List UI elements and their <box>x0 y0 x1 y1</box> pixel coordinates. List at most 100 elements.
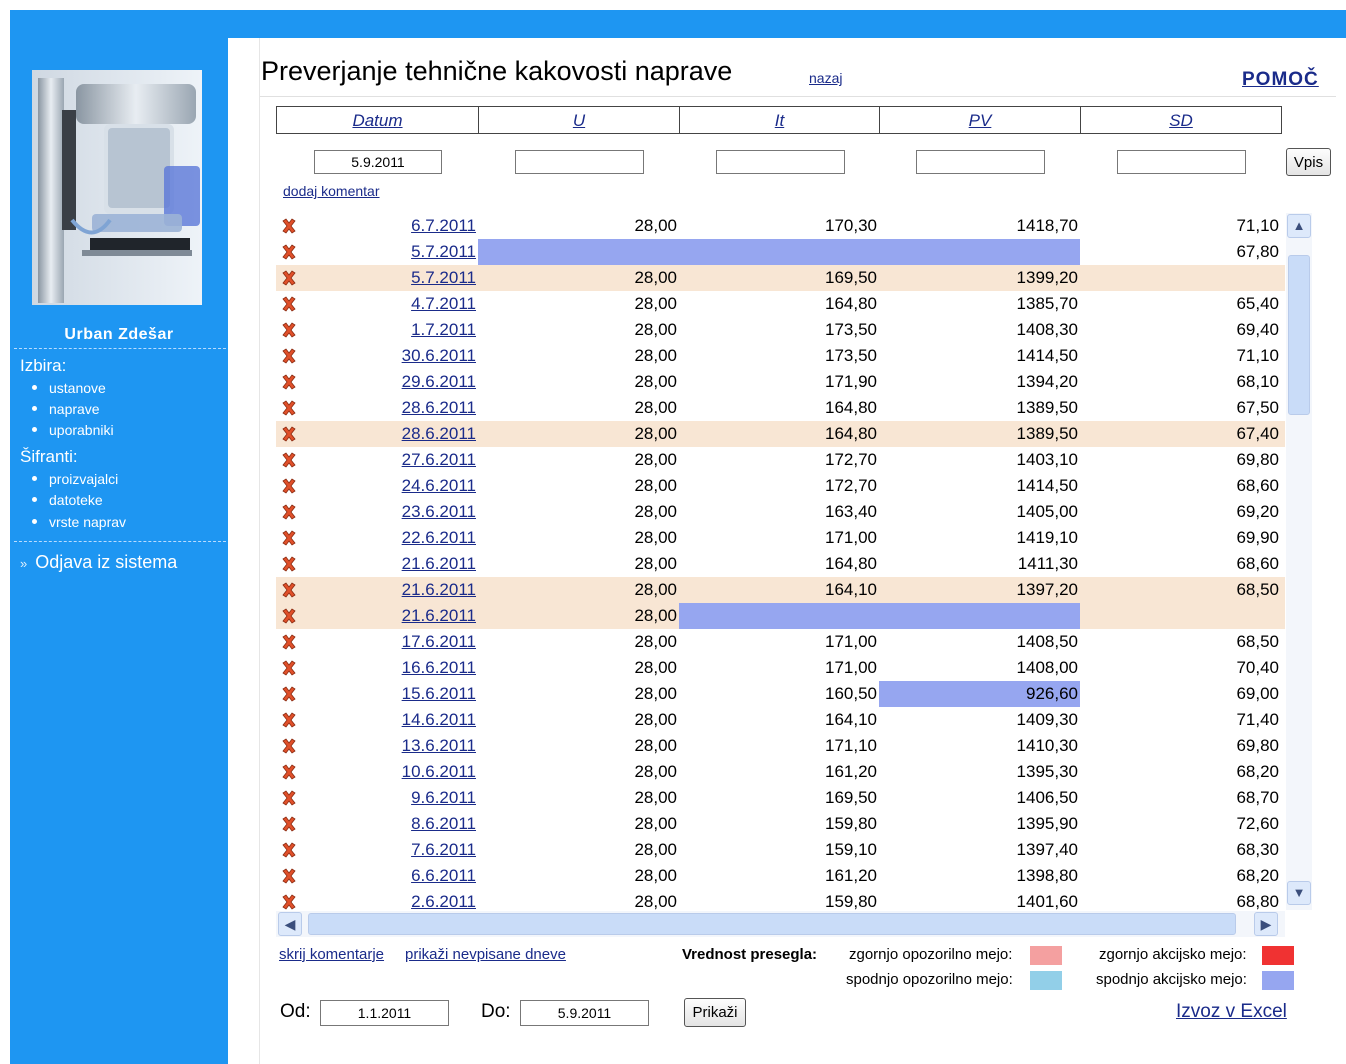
x-delete-icon[interactable] <box>281 894 297 910</box>
date-link[interactable]: 7.6.2011 <box>302 837 478 863</box>
cell-sd: 68,60 <box>1236 476 1279 495</box>
x-delete-icon[interactable] <box>281 452 297 468</box>
x-delete-icon[interactable] <box>281 426 297 442</box>
sidebar-item-vrste-naprav[interactable]: vrste naprav <box>32 514 126 530</box>
pv-input[interactable] <box>916 150 1045 174</box>
date-link[interactable]: 6.6.2011 <box>302 863 478 889</box>
date-input[interactable] <box>314 150 442 174</box>
x-delete-icon[interactable] <box>281 530 297 546</box>
chevron-up-icon[interactable]: ▲ <box>1287 214 1311 238</box>
x-delete-icon[interactable] <box>281 218 297 234</box>
x-delete-icon[interactable] <box>281 400 297 416</box>
date-link[interactable]: 22.6.2011 <box>302 525 478 551</box>
x-delete-icon[interactable] <box>281 348 297 364</box>
scroll-thumb[interactable] <box>1288 255 1310 415</box>
date-link[interactable]: 28.6.2011 <box>302 395 478 421</box>
x-delete-icon[interactable] <box>281 686 297 702</box>
date-link[interactable]: 5.7.2011 <box>302 265 478 291</box>
vertical-scrollbar[interactable]: ▲ ▼ <box>1286 213 1312 910</box>
date-link[interactable]: 1.7.2011 <box>302 317 478 343</box>
it-input[interactable] <box>716 150 845 174</box>
sidebar-item-uporabniki[interactable]: uporabniki <box>32 422 114 438</box>
date-link[interactable]: 28.6.2011 <box>302 421 478 447</box>
column-header-sd[interactable]: SD <box>1080 106 1282 134</box>
date-link[interactable]: 2.6.2011 <box>302 889 478 910</box>
table-row: 7.6.2011 28,00 159,10 1397,40 68,30 <box>276 837 1285 863</box>
x-delete-icon[interactable] <box>281 244 297 260</box>
column-header-u[interactable]: U <box>478 106 680 134</box>
date-link[interactable]: 6.7.2011 <box>302 213 478 239</box>
u-input[interactable] <box>515 150 644 174</box>
x-delete-icon[interactable] <box>281 868 297 884</box>
date-link[interactable]: 4.7.2011 <box>302 291 478 317</box>
x-delete-icon[interactable] <box>281 478 297 494</box>
chevron-left-icon[interactable]: ◀ <box>278 912 302 936</box>
sidebar-item-proizvajalci[interactable]: proizvajalci <box>32 471 118 487</box>
hide-comments-link[interactable]: skrij komentarje <box>279 946 384 963</box>
date-link[interactable]: 21.6.2011 <box>302 551 478 577</box>
add-comment-link[interactable]: dodaj komentar <box>283 183 380 199</box>
cell-it: 169,50 <box>825 788 877 807</box>
sd-input[interactable] <box>1117 150 1246 174</box>
column-header-datum[interactable]: Datum <box>276 106 479 134</box>
help-link[interactable]: POMOČ <box>1242 69 1319 91</box>
bullet-icon <box>32 426 37 432</box>
x-delete-icon[interactable] <box>281 634 297 650</box>
cell-it: 173,50 <box>825 320 877 339</box>
table-row: 14.6.2011 28,00 164,10 1409,30 71,40 <box>276 707 1285 733</box>
x-delete-icon[interactable] <box>281 764 297 780</box>
date-link[interactable]: 21.6.2011 <box>302 577 478 603</box>
x-delete-icon[interactable] <box>281 504 297 520</box>
column-header-it[interactable]: It <box>679 106 880 134</box>
show-button[interactable]: Prikaži <box>684 998 746 1027</box>
logout-link[interactable]: » Odjava iz sistema <box>20 552 177 573</box>
back-link[interactable]: nazaj <box>809 70 842 86</box>
legend-upper-warning-swatch <box>1030 946 1062 965</box>
horizontal-scrollbar[interactable]: ◀ ▶ <box>276 911 1285 937</box>
x-delete-icon[interactable] <box>281 816 297 832</box>
x-delete-icon[interactable] <box>281 582 297 598</box>
x-delete-icon[interactable] <box>281 374 297 390</box>
x-delete-icon[interactable] <box>281 712 297 728</box>
from-date-input[interactable] <box>320 1000 449 1026</box>
export-excel-link[interactable]: Izvoz v Excel <box>1176 1001 1287 1023</box>
date-link[interactable]: 8.6.2011 <box>302 811 478 837</box>
cell-u: 28,00 <box>634 554 677 573</box>
date-link[interactable]: 15.6.2011 <box>302 681 478 707</box>
date-link[interactable]: 10.6.2011 <box>302 759 478 785</box>
submit-button[interactable]: Vpis <box>1286 148 1331 176</box>
date-link[interactable]: 13.6.2011 <box>302 733 478 759</box>
x-delete-icon[interactable] <box>281 556 297 572</box>
date-link[interactable]: 17.6.2011 <box>302 629 478 655</box>
date-link[interactable]: 14.6.2011 <box>302 707 478 733</box>
chevron-right-icon[interactable]: ▶ <box>1254 912 1278 936</box>
cell-u: 28,00 <box>634 216 677 235</box>
date-link[interactable]: 16.6.2011 <box>302 655 478 681</box>
to-date-input[interactable] <box>520 1000 649 1026</box>
date-link[interactable]: 24.6.2011 <box>302 473 478 499</box>
date-link[interactable]: 9.6.2011 <box>302 785 478 811</box>
chevron-down-icon[interactable]: ▼ <box>1287 881 1311 905</box>
sidebar-item-naprave[interactable]: naprave <box>32 401 100 417</box>
x-delete-icon[interactable] <box>281 322 297 338</box>
x-delete-icon[interactable] <box>281 660 297 676</box>
x-delete-icon[interactable] <box>281 270 297 286</box>
cell-sd: 69,20 <box>1236 502 1279 521</box>
x-delete-icon[interactable] <box>281 738 297 754</box>
x-delete-icon[interactable] <box>281 608 297 624</box>
sidebar-item-ustanove[interactable]: ustanove <box>32 380 106 396</box>
sidebar-item-datoteke[interactable]: datoteke <box>32 492 103 508</box>
x-delete-icon[interactable] <box>281 296 297 312</box>
date-link[interactable]: 23.6.2011 <box>302 499 478 525</box>
date-link[interactable]: 30.6.2011 <box>302 343 478 369</box>
date-link[interactable]: 27.6.2011 <box>302 447 478 473</box>
column-header-pv[interactable]: PV <box>879 106 1081 134</box>
show-unwritten-days-link[interactable]: prikaži nevpisane dneve <box>405 946 566 963</box>
x-delete-icon[interactable] <box>281 842 297 858</box>
scroll-thumb[interactable] <box>308 913 1236 935</box>
x-delete-icon[interactable] <box>281 790 297 806</box>
date-link[interactable]: 5.7.2011 <box>302 239 478 265</box>
legend-lower-action-swatch <box>1262 971 1294 990</box>
date-link[interactable]: 21.6.2011 <box>302 603 478 629</box>
date-link[interactable]: 29.6.2011 <box>302 369 478 395</box>
